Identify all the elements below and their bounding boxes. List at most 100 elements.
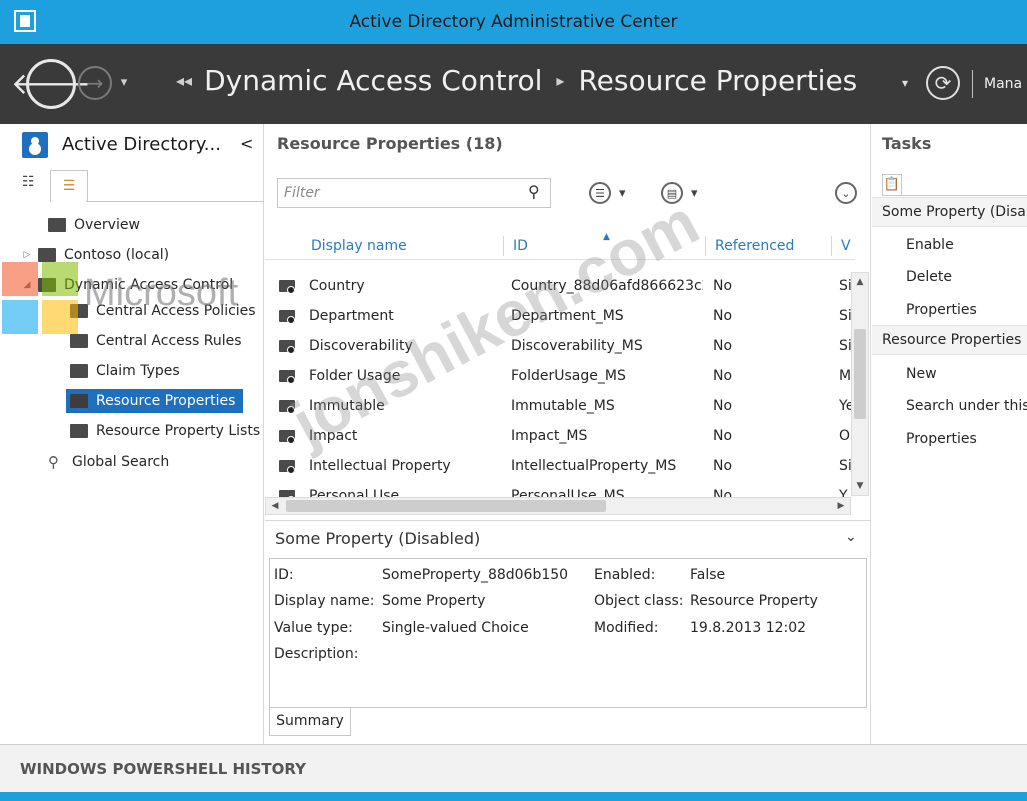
cell-id: Country_88d06afd866623c2 bbox=[511, 278, 703, 294]
resource-property-icon bbox=[279, 460, 295, 474]
vertical-scrollbar[interactable]: ▲ ▼ bbox=[851, 272, 869, 496]
preview-header: Some Property (Disabled) ⌄ bbox=[265, 520, 871, 554]
task-properties-node[interactable]: Properties bbox=[906, 431, 977, 447]
cell-id: PersonalUse_MS bbox=[511, 488, 625, 497]
cell-referenced: No bbox=[713, 428, 733, 444]
collapse-pane-button[interactable]: < bbox=[240, 134, 253, 153]
column-id[interactable]: ID bbox=[513, 238, 528, 254]
tasks-section-resource-properties[interactable]: Resource Properties bbox=[872, 325, 1027, 355]
cell-referenced: No bbox=[713, 488, 733, 497]
view-options-button[interactable]: ☰ ▾ bbox=[589, 180, 639, 206]
column-divider[interactable] bbox=[503, 236, 504, 256]
title-bar: Active Directory Administrative Center bbox=[0, 0, 1027, 44]
table-row[interactable]: Impact Impact_MS No O bbox=[265, 422, 851, 452]
window-bottom-border bbox=[0, 792, 1027, 801]
scroll-right-icon[interactable]: ▶ bbox=[832, 498, 850, 514]
tree-item-overview[interactable]: Overview bbox=[48, 213, 140, 237]
cell-display-name: Department bbox=[309, 308, 394, 324]
cell-id: Department_MS bbox=[511, 308, 624, 324]
tree-item-label: Global Search bbox=[72, 454, 170, 470]
table-row[interactable]: Department Department_MS No Si bbox=[265, 302, 851, 332]
cell-referenced: No bbox=[713, 368, 733, 384]
preview-title: Some Property (Disabled) bbox=[275, 529, 481, 548]
breadcrumb-resource-properties[interactable]: Resource Properties bbox=[578, 64, 857, 97]
tasks-section-some-property[interactable]: Some Property (Disabled) bbox=[872, 197, 1027, 227]
back-button[interactable]: 🡐 bbox=[11, 59, 91, 109]
tree-view-tab[interactable]: ☰ bbox=[50, 170, 88, 202]
tree-item-contoso[interactable]: ▷ Contoso (local) bbox=[20, 243, 170, 267]
history-dropdown[interactable]: ▾ bbox=[116, 72, 132, 92]
breadcrumb-dropdown-icon[interactable]: ▾ bbox=[902, 76, 908, 90]
refresh-icon: ⟳ bbox=[934, 71, 952, 95]
scrollbar-thumb[interactable] bbox=[854, 329, 866, 419]
expand-query-button[interactable]: ⌄ bbox=[835, 182, 857, 204]
chevron-down-icon: ▾ bbox=[619, 185, 626, 201]
sort-ascending-icon: ▲ bbox=[603, 232, 610, 242]
scroll-down-icon[interactable]: ▼ bbox=[852, 477, 868, 495]
grid-header: Display name ID ▲ Referenced V bbox=[265, 232, 855, 260]
resource-property-icon bbox=[279, 490, 295, 497]
table-row[interactable]: Folder Usage FolderUsage_MS No M bbox=[265, 362, 851, 392]
column-divider[interactable] bbox=[831, 236, 832, 256]
task-search-under-node[interactable]: Search under this node bbox=[906, 398, 1027, 414]
forward-button[interactable]: → bbox=[78, 66, 112, 100]
resource-properties-grid: Country Country_88d06afd866623c2 No Si D… bbox=[265, 272, 851, 497]
scroll-up-icon[interactable]: ▲ bbox=[852, 273, 868, 291]
column-v[interactable]: V bbox=[841, 238, 851, 254]
scroll-left-icon[interactable]: ◀ bbox=[266, 498, 284, 514]
table-row[interactable]: Country Country_88d06afd866623c2 No Si bbox=[265, 272, 851, 302]
search-icon[interactable]: ⚲ bbox=[528, 182, 540, 201]
cell-display-name: Country bbox=[309, 278, 365, 294]
filter-box: ⚲ bbox=[277, 178, 551, 208]
list-view-tab[interactable]: ☷ bbox=[22, 174, 44, 196]
cell-referenced: No bbox=[713, 278, 733, 294]
cell-referenced: No bbox=[713, 458, 733, 474]
breadcrumb-dynamic-access-control[interactable]: Dynamic Access Control bbox=[204, 64, 542, 97]
task-new[interactable]: New bbox=[906, 366, 937, 382]
field-value-enabled: False bbox=[690, 567, 726, 583]
breadcrumb-overflow-icon[interactable]: ◂◂ bbox=[176, 71, 192, 90]
table-row[interactable]: Personal Use PersonalUse_MS No Y bbox=[265, 482, 851, 497]
chevron-down-icon[interactable]: ⌄ bbox=[845, 529, 857, 545]
task-properties[interactable]: Properties bbox=[906, 302, 977, 318]
navigation-pane-title: Active Directory... bbox=[62, 134, 221, 155]
horizontal-scrollbar[interactable]: ◀ ▶ bbox=[265, 497, 851, 515]
scrollbar-thumb[interactable] bbox=[286, 500, 606, 512]
column-display-name[interactable]: Display name bbox=[311, 238, 407, 254]
folder-icon bbox=[70, 364, 88, 378]
tree-item-resource-properties[interactable]: Resource Properties bbox=[66, 389, 244, 413]
table-row[interactable]: Discoverability Discoverability_MS No Si bbox=[265, 332, 851, 362]
cell-v: Ye bbox=[839, 398, 851, 414]
collapse-arrow-icon[interactable]: ◢ bbox=[20, 280, 34, 290]
cell-v: Si bbox=[839, 338, 851, 354]
resource-property-icon bbox=[279, 400, 295, 414]
tree-item-claim-types[interactable]: Claim Types bbox=[70, 359, 180, 383]
manage-menu[interactable]: Mana bbox=[984, 76, 1022, 92]
task-delete[interactable]: Delete bbox=[906, 269, 952, 285]
tab-summary[interactable]: Summary bbox=[269, 708, 351, 736]
filter-input[interactable] bbox=[280, 181, 520, 205]
chevron-down-icon: ▾ bbox=[691, 185, 698, 201]
refresh-button[interactable]: ⟳ bbox=[926, 66, 960, 100]
table-row[interactable]: Immutable Immutable_MS No Ye bbox=[265, 392, 851, 422]
tree-item-central-access-rules[interactable]: Central Access Rules bbox=[70, 329, 242, 353]
cell-v: Si bbox=[839, 458, 851, 474]
column-referenced[interactable]: Referenced bbox=[715, 238, 794, 254]
expand-arrow-icon[interactable]: ▷ bbox=[20, 250, 34, 260]
clipboard-icon[interactable]: 📋 bbox=[882, 174, 902, 196]
cell-display-name: Folder Usage bbox=[309, 368, 401, 384]
tree-item-resource-property-lists[interactable]: Resource Property Lists bbox=[70, 419, 260, 443]
save-query-button[interactable]: ▤ ▾ bbox=[661, 180, 711, 206]
tasks-title: Tasks bbox=[882, 134, 932, 153]
table-row[interactable]: Intellectual Property IntellectualProper… bbox=[265, 452, 851, 482]
resource-property-icon bbox=[279, 340, 295, 354]
tree-item-dynamic-access-control[interactable]: ◢ Dynamic Access Control bbox=[20, 273, 234, 297]
column-divider[interactable] bbox=[705, 236, 706, 256]
tree-item-central-access-policies[interactable]: Central Access Policies bbox=[70, 299, 256, 323]
cell-id: Impact_MS bbox=[511, 428, 588, 444]
breadcrumb-separator-icon[interactable]: ▸ bbox=[556, 71, 564, 90]
cell-v: Si bbox=[839, 308, 851, 324]
powershell-history-bar[interactable]: WINDOWS POWERSHELL HISTORY bbox=[0, 744, 1027, 792]
tree-item-global-search[interactable]: ⚲ Global Search bbox=[48, 450, 169, 474]
task-enable[interactable]: Enable bbox=[906, 237, 954, 253]
